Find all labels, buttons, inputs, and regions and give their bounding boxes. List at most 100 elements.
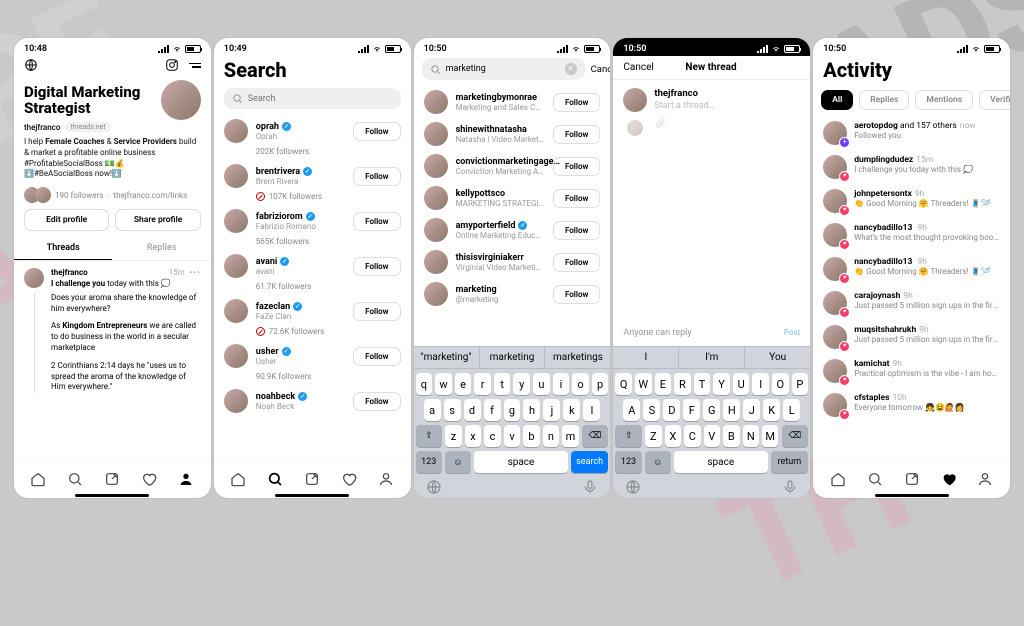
follow-button[interactable]: Follow — [353, 212, 400, 231]
key[interactable]: D — [663, 399, 680, 421]
key[interactable]: d — [464, 399, 481, 421]
key[interactable]: F — [683, 399, 700, 421]
numbers-key[interactable]: 123 — [615, 451, 641, 473]
activity-icon[interactable] — [941, 471, 957, 487]
chip-mentions[interactable]: Mentions — [915, 90, 973, 110]
search-icon[interactable] — [267, 471, 283, 487]
activity-item[interactable]: johnpetersontx9h👏 Good Morning 🤗 Threade… — [813, 184, 1010, 218]
compose-placeholder[interactable]: Start a thread... — [654, 101, 800, 111]
thread-post[interactable]: thejfranco15m••• I challenge you today w… — [14, 261, 211, 400]
tab-replies[interactable]: Replies — [112, 237, 210, 260]
key[interactable]: e — [455, 373, 472, 395]
reply-scope[interactable]: Anyone can reply — [623, 328, 691, 339]
key[interactable]: m — [562, 425, 578, 447]
key[interactable]: W — [635, 373, 652, 395]
activity-item[interactable]: cfstaples10hEveryone tomorrow 👧😫🙋👩 — [813, 388, 1010, 422]
key[interactable]: s — [444, 399, 461, 421]
key[interactable]: n — [543, 425, 559, 447]
list-item[interactable]: thisisvirginiakerrVirginia| Video Market… — [414, 246, 611, 278]
follow-button[interactable]: Follow — [553, 253, 600, 272]
kb-suggestion[interactable]: I — [613, 347, 679, 368]
shift-key[interactable]: ⇧ — [615, 425, 642, 447]
key[interactable]: q — [416, 373, 433, 395]
activity-item[interactable]: nancybadillo13 9h👏 Good Morning 🤗 Thread… — [813, 252, 1010, 286]
list-item[interactable]: amyporterfieldOnline Marketing Educ… Fol… — [414, 214, 611, 246]
follow-button[interactable]: Follow — [553, 93, 600, 112]
key[interactable]: k — [563, 399, 580, 421]
key[interactable]: g — [504, 399, 521, 421]
menu-icon[interactable] — [189, 63, 201, 68]
list-item[interactable]: avaniavani Follow — [214, 250, 411, 282]
key[interactable]: I — [752, 373, 769, 395]
emoji-key[interactable]: ☺ — [645, 451, 671, 473]
key[interactable]: S — [643, 399, 660, 421]
home-icon[interactable] — [230, 471, 246, 487]
search-icon[interactable] — [867, 471, 883, 487]
list-item[interactable]: shinewithnatashaNatasha | Video Marketin… — [414, 118, 611, 150]
list-item[interactable]: fabrizioromFabrizio Romano Follow — [214, 205, 411, 237]
key[interactable]: K — [763, 399, 780, 421]
mic-icon[interactable] — [782, 479, 798, 495]
key[interactable]: Q — [615, 373, 632, 395]
attach-icon[interactable] — [654, 117, 666, 129]
activity-item[interactable]: muqsitshahrukh9hJust passed 5 million si… — [813, 320, 1010, 354]
follow-button[interactable]: Follow — [553, 157, 600, 176]
mic-icon[interactable] — [582, 479, 598, 495]
key[interactable]: A — [623, 399, 640, 421]
key[interactable]: v — [504, 425, 520, 447]
key[interactable]: B — [723, 425, 739, 447]
key[interactable]: U — [733, 373, 750, 395]
edit-profile-button[interactable]: Edit profile — [24, 209, 109, 231]
search-input[interactable] — [224, 88, 401, 109]
key[interactable]: u — [533, 373, 550, 395]
key[interactable]: H — [723, 399, 740, 421]
key[interactable]: b — [523, 425, 539, 447]
key[interactable]: h — [523, 399, 540, 421]
compose-icon[interactable] — [904, 471, 920, 487]
share-profile-button[interactable]: Share profile — [115, 209, 200, 231]
activity-item[interactable]: + aerotopdog and 157 othersnowFollowed y… — [813, 116, 1010, 150]
home-icon[interactable] — [830, 471, 846, 487]
key[interactable]: t — [494, 373, 511, 395]
kb-suggestion[interactable]: I'm — [679, 347, 745, 368]
numbers-key[interactable]: 123 — [416, 451, 442, 473]
globe-icon[interactable] — [24, 58, 38, 72]
key[interactable]: E — [655, 373, 672, 395]
key[interactable]: Z — [645, 425, 661, 447]
clear-icon[interactable]: ✕ — [565, 63, 577, 75]
key[interactable]: o — [572, 373, 589, 395]
follow-button[interactable]: Follow — [353, 257, 400, 276]
chip-verified[interactable]: Verified — [979, 90, 1010, 110]
post-button[interactable]: Post — [784, 328, 800, 339]
profile-meta[interactable]: 190 followers·thejfranco.com/links — [14, 185, 211, 209]
activity-icon[interactable] — [341, 471, 357, 487]
key[interactable]: c — [484, 425, 500, 447]
activity-item[interactable]: carajoynash9hJust passed 5 million sign … — [813, 286, 1010, 320]
key[interactable]: P — [792, 373, 809, 395]
compose-icon[interactable] — [304, 471, 320, 487]
profile-icon[interactable] — [977, 471, 993, 487]
key[interactable]: C — [684, 425, 700, 447]
list-item[interactable]: noahbeckNoah Beck Follow — [214, 385, 411, 417]
avatar[interactable] — [161, 80, 201, 120]
chip-replies[interactable]: Replies — [859, 90, 909, 110]
activity-item[interactable]: nancybadillo13 9hWhat's the most thought… — [813, 218, 1010, 252]
emoji-key[interactable]: ☺ — [445, 451, 471, 473]
key[interactable]: i — [553, 373, 570, 395]
cancel-button[interactable]: Cancel — [623, 62, 653, 73]
activity-item[interactable]: dumplingdudez15mI challenge you today wi… — [813, 150, 1010, 184]
key[interactable]: O — [772, 373, 789, 395]
follow-button[interactable]: Follow — [553, 189, 600, 208]
key[interactable]: T — [694, 373, 711, 395]
key[interactable]: V — [704, 425, 720, 447]
backspace-key[interactable]: ⌫ — [782, 425, 809, 447]
follow-button[interactable]: Follow — [553, 285, 600, 304]
key[interactable]: G — [703, 399, 720, 421]
chip-all[interactable]: All — [821, 90, 853, 110]
key[interactable]: Y — [713, 373, 730, 395]
kb-suggestion[interactable]: You — [745, 347, 810, 368]
key[interactable]: N — [743, 425, 759, 447]
backspace-key[interactable]: ⌫ — [582, 425, 609, 447]
key[interactable]: L — [783, 399, 800, 421]
list-item[interactable]: fazeclanFaZe Clan Follow — [214, 295, 411, 327]
